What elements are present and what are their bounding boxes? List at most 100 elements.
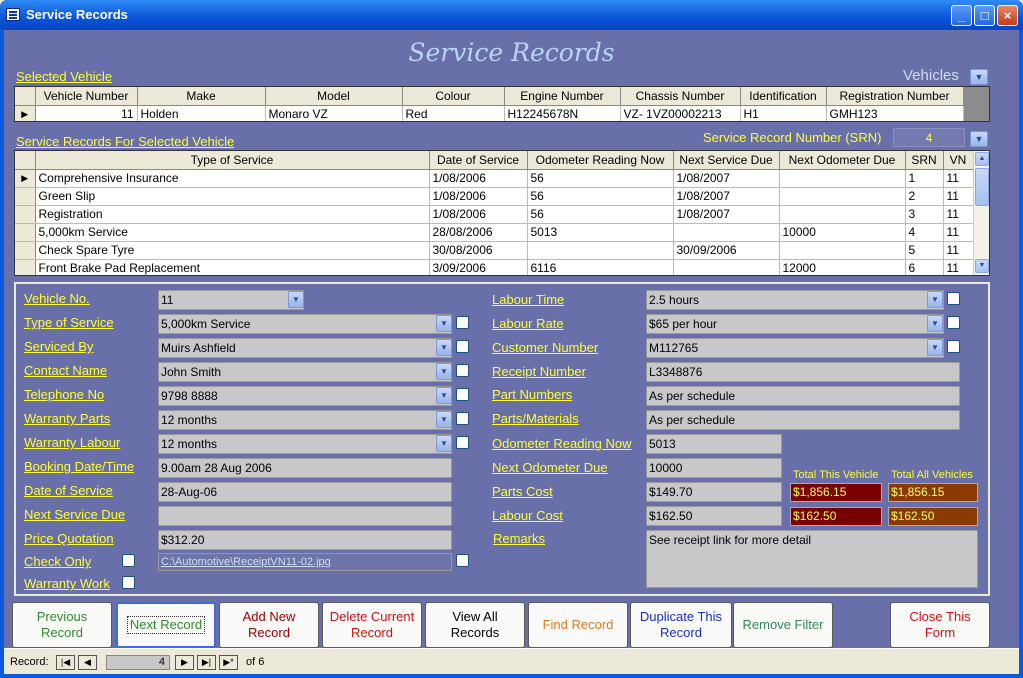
labour-time-combo[interactable]: 2.5 hours — [646, 290, 944, 310]
next-odometer-field[interactable]: 10000 — [646, 458, 782, 478]
col-srn[interactable]: SRN — [905, 151, 944, 170]
col-colour[interactable]: Colour — [402, 87, 505, 106]
cell[interactable]: 1/08/2007 — [673, 187, 780, 206]
table-row[interactable]: Front Brake Pad Replacement 3/09/2006 61… — [15, 259, 974, 275]
date-of-service-field[interactable]: 28-Aug-06 — [158, 482, 452, 502]
close-form-button[interactable]: Close This Form — [890, 602, 990, 648]
scroll-thumb[interactable] — [975, 168, 989, 206]
cell[interactable]: Green Slip — [35, 187, 430, 206]
cell[interactable]: 2 — [905, 187, 944, 206]
view-all-records-button[interactable]: View All Records — [425, 602, 525, 648]
cell[interactable]: Registration — [35, 205, 430, 224]
cell[interactable]: 11 — [943, 241, 974, 260]
cell[interactable]: 11 — [943, 169, 974, 188]
serviced-by-checkbox[interactable] — [456, 340, 469, 353]
part-numbers-field[interactable]: As per schedule — [646, 386, 960, 406]
chevron-down-icon[interactable]: ▼ — [436, 315, 452, 332]
srn-combo[interactable]: 4 — [893, 128, 965, 147]
duplicate-record-button[interactable]: Duplicate This Record — [630, 602, 732, 648]
receipt-link[interactable]: C:\Automotive\ReceiptVN11-02.jpg — [158, 553, 452, 571]
booking-field[interactable]: 9.00am 28 Aug 2006 — [158, 458, 452, 478]
chevron-down-icon[interactable]: ▼ — [436, 411, 452, 428]
warranty-work-checkbox[interactable] — [122, 576, 135, 589]
cell[interactable]: Front Brake Pad Replacement — [35, 259, 430, 275]
first-record-icon[interactable]: |◀ — [56, 655, 75, 670]
chevron-down-icon[interactable]: ▼ — [927, 291, 943, 308]
chevron-down-icon[interactable]: ▼ — [436, 387, 452, 404]
cell[interactable]: 56 — [527, 169, 674, 188]
odometer-now-field[interactable]: 5013 — [646, 434, 782, 454]
cell-chassis-number[interactable]: VZ- 1VZ00002213 — [620, 105, 741, 121]
receipt-link-checkbox[interactable] — [456, 554, 469, 567]
cell-vehicle-number[interactable]: 11 — [35, 105, 138, 121]
cell[interactable]: 1/08/2007 — [673, 169, 780, 188]
cell[interactable]: 4 — [905, 223, 944, 242]
cell[interactable]: 1 — [905, 169, 944, 188]
cell[interactable] — [779, 241, 906, 260]
cell[interactable]: 30/08/2006 — [429, 241, 528, 260]
type-of-service-checkbox[interactable] — [456, 316, 469, 329]
row-selector-icon[interactable]: ▶ — [15, 105, 36, 121]
previous-record-icon[interactable]: ◀ — [78, 655, 97, 670]
chevron-down-icon[interactable]: ▼ — [436, 339, 452, 356]
chevron-down-icon[interactable]: ▼ — [436, 363, 452, 380]
col-vehicle-number[interactable]: Vehicle Number — [35, 87, 138, 106]
previous-record-button[interactable]: Previous Record — [12, 602, 112, 648]
next-record-icon[interactable]: ▶ — [175, 655, 194, 670]
last-record-icon[interactable]: ▶| — [197, 655, 216, 670]
row-selector[interactable] — [15, 259, 36, 275]
cell[interactable]: 5,000km Service — [35, 223, 430, 242]
cell[interactable]: 56 — [527, 187, 674, 206]
labour-rate-combo[interactable]: $65 per hour — [646, 314, 944, 334]
cell[interactable] — [779, 169, 906, 188]
col-vn[interactable]: VN — [943, 151, 974, 170]
cell[interactable]: 6116 — [527, 259, 674, 275]
close-window-button[interactable]: × — [997, 5, 1018, 26]
type-of-service-combo[interactable]: 5,000km Service — [158, 314, 452, 334]
row-selector-icon[interactable]: ▶ — [15, 169, 36, 188]
col-next-odometer-due[interactable]: Next Odometer Due — [779, 151, 906, 170]
col-registration-number[interactable]: Registration Number — [826, 87, 964, 106]
col-engine-number[interactable]: Engine Number — [504, 87, 621, 106]
table-row[interactable]: Check Spare Tyre 30/08/2006 30/09/2006 5… — [15, 241, 974, 260]
scroll-up-icon[interactable]: ▲ — [975, 152, 989, 166]
scroll-down-icon[interactable]: ▼ — [975, 259, 989, 273]
table-row[interactable]: Registration 1/08/2006 56 1/08/2007 3 11 — [15, 205, 974, 224]
srn-dropdown-icon[interactable]: ▼ — [970, 131, 988, 147]
cell[interactable] — [779, 205, 906, 224]
next-record-button[interactable]: Next Record — [116, 602, 216, 648]
parts-materials-field[interactable]: As per schedule — [646, 410, 960, 430]
remarks-field[interactable]: See receipt link for more detail — [646, 530, 978, 588]
cell[interactable] — [673, 223, 780, 242]
receipt-number-field[interactable]: L3348876 — [646, 362, 960, 382]
chevron-down-icon[interactable]: ▼ — [288, 291, 304, 308]
cell[interactable]: 30/09/2006 — [673, 241, 780, 260]
add-new-record-button[interactable]: Add New Record — [219, 602, 319, 648]
cell[interactable]: 1/08/2007 — [673, 205, 780, 224]
delete-record-button[interactable]: Delete Current Record — [322, 602, 422, 648]
cell-identification[interactable]: H1 — [740, 105, 827, 121]
col-make[interactable]: Make — [137, 87, 266, 106]
telephone-combo[interactable]: 9798 8888 — [158, 386, 452, 406]
customer-number-checkbox[interactable] — [947, 340, 960, 353]
cell[interactable]: 11 — [943, 187, 974, 206]
records-scrollbar[interactable]: ▲ ▼ — [973, 151, 989, 275]
find-record-button[interactable]: Find Record — [528, 602, 628, 648]
table-row[interactable]: 5,000km Service 28/08/2006 5013 10000 4 … — [15, 223, 974, 242]
labour-cost-field[interactable]: $162.50 — [646, 506, 782, 526]
vehicle-no-combo[interactable]: 11 — [158, 290, 304, 310]
cell-registration-number[interactable]: GMH123 — [826, 105, 964, 121]
row-selector[interactable] — [15, 187, 36, 206]
col-model[interactable]: Model — [265, 87, 403, 106]
minimize-button[interactable]: _ — [951, 5, 972, 26]
parts-cost-field[interactable]: $149.70 — [646, 482, 782, 502]
current-record-field[interactable]: 4 — [106, 655, 170, 670]
table-row[interactable]: ▶ Comprehensive Insurance 1/08/2006 56 1… — [15, 169, 974, 188]
cell[interactable]: 1/08/2006 — [429, 169, 528, 188]
row-selector[interactable] — [15, 241, 36, 260]
cell[interactable] — [779, 187, 906, 206]
warranty-parts-combo[interactable]: 12 months — [158, 410, 452, 430]
cell[interactable]: 11 — [943, 205, 974, 224]
cell[interactable]: Check Spare Tyre — [35, 241, 430, 260]
cell[interactable]: 11 — [943, 223, 974, 242]
